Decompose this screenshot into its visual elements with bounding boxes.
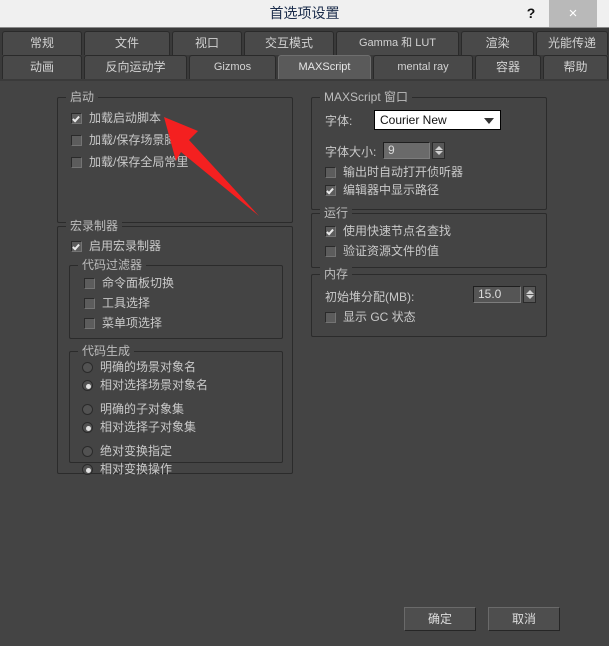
radio-label: 绝对变换指定	[100, 444, 173, 458]
checkbox-label: 使用快速节点名查找	[343, 224, 452, 238]
dialog-footer: 确定 取消	[0, 596, 609, 646]
checkbox-label: 启用宏录制器	[89, 239, 162, 253]
checkbox-label: 加载/保存全局常里	[89, 155, 189, 169]
checkbox-box[interactable]	[325, 312, 336, 323]
font-size-value: 9	[388, 143, 395, 157]
heap-allocation-input[interactable]: 15.0	[473, 286, 521, 303]
checkbox-label: 工具选择	[102, 296, 151, 310]
checkbox-box[interactable]	[84, 278, 95, 289]
tab-strip: 常规 文件 视口 交互模式 Gamma 和 LUT 渲染 光能传递 动画 反向运…	[0, 28, 609, 81]
tab-files[interactable]: 文件	[84, 31, 170, 55]
group-memory: 内存 初始堆分配(MB): 15.0 显示 GC 状态	[311, 267, 547, 337]
heap-allocation-label: 初始堆分配(MB):	[325, 290, 415, 304]
tab-render[interactable]: 渲染	[461, 31, 534, 55]
font-size-label: 字体大小:	[325, 145, 377, 159]
radio-label: 明确的子对象集	[100, 402, 185, 416]
tab-interaction[interactable]: 交互模式	[244, 31, 334, 55]
group-macro-recorder-caption: 宏录制器	[66, 219, 123, 233]
radio-dot[interactable]	[82, 362, 93, 373]
tab-radiosity[interactable]: 光能传递	[536, 31, 608, 55]
font-size-stepper[interactable]	[432, 142, 445, 159]
radio-label: 相对选择场景对象名	[100, 378, 209, 392]
checkbox-box[interactable]	[71, 135, 82, 146]
group-startup-caption: 启动	[66, 90, 99, 104]
tab-help[interactable]: 帮助	[543, 55, 608, 79]
checkbox-label: 命令面板切换	[102, 276, 175, 290]
radio-dot[interactable]	[82, 446, 93, 457]
ok-button[interactable]: 确定	[404, 607, 476, 631]
radio-dot[interactable]	[82, 380, 93, 391]
group-code-filter-caption: 代码过滤器	[78, 258, 147, 272]
stepper-down-icon[interactable]	[526, 295, 534, 299]
title-bar: 首选项设置 ? ×	[0, 0, 609, 28]
group-memory-caption: 内存	[320, 267, 353, 281]
group-code-generation: 代码生成 明确的场景对象名 相对选择场景对象名 明确的子对象集 相对选择子对象集	[69, 344, 283, 476]
radio-label: 相对选择子对象集	[100, 420, 197, 434]
stepper-down-icon[interactable]	[435, 151, 443, 155]
radio-dot[interactable]	[82, 464, 93, 475]
radio-dot[interactable]	[82, 422, 93, 433]
tab-gamma-lut[interactable]: Gamma 和 LUT	[336, 31, 459, 55]
group-maxscript-window: MAXScript 窗口 字体: Courier New 字体大小: 9 输出时…	[311, 90, 547, 210]
tab-inverse-kinematics[interactable]: 反向运动学	[84, 55, 187, 79]
checkbox-box[interactable]	[84, 318, 95, 329]
checkbox-label: 输出时自动打开侦听器	[343, 165, 464, 179]
group-maxscript-window-caption: MAXScript 窗口	[320, 90, 413, 104]
stepper-up-icon[interactable]	[435, 146, 443, 150]
checkbox-label: 验证资源文件的值	[343, 244, 440, 258]
tab-container[interactable]: 容器	[475, 55, 541, 79]
checkbox-label: 编辑器中显示路径	[343, 183, 440, 197]
tab-animation[interactable]: 动画	[2, 55, 82, 79]
checkbox-label: 菜单项选择	[102, 316, 163, 330]
checkbox-box[interactable]	[84, 298, 95, 309]
cancel-button[interactable]: 取消	[488, 607, 560, 631]
checkbox-box[interactable]	[71, 113, 82, 124]
font-dropdown-value: Courier New	[380, 113, 447, 127]
radio-dot[interactable]	[82, 404, 93, 415]
checkbox-label: 加载/保存场景脚本	[89, 133, 189, 147]
checkbox-label: 加载启动脚本	[89, 111, 162, 125]
close-icon[interactable]: ×	[549, 0, 597, 27]
group-code-filter: 代码过滤器 命令面板切换 工具选择 菜单项选择	[69, 258, 283, 339]
checkbox-box[interactable]	[325, 226, 336, 237]
group-run-caption: 运行	[320, 206, 353, 220]
checkbox-box[interactable]	[325, 167, 336, 178]
radio-label: 明确的场景对象名	[100, 360, 197, 374]
heap-allocation-stepper[interactable]	[523, 286, 536, 303]
group-code-generation-caption: 代码生成	[78, 344, 135, 358]
main-content: 启动 加载启动脚本 加载/保存场景脚本 加载/保存全局常里 宏录制器 启用宏录制…	[0, 81, 609, 596]
checkbox-box[interactable]	[325, 185, 336, 196]
group-startup: 启动 加载启动脚本 加载/保存场景脚本 加载/保存全局常里	[57, 90, 293, 223]
tab-maxscript[interactable]: MAXScript	[278, 55, 371, 79]
font-label: 字体:	[325, 114, 353, 128]
font-dropdown[interactable]: Courier New	[374, 110, 501, 130]
group-run: 运行 使用快速节点名查找 验证资源文件的值	[311, 206, 547, 268]
checkbox-label: 显示 GC 状态	[343, 310, 416, 324]
preferences-dialog: 首选项设置 ? × 常规 文件 视口 交互模式 Gamma 和 LUT 渲染 光…	[0, 0, 609, 646]
group-macro-recorder: 宏录制器 启用宏录制器 代码过滤器 命令面板切换 工具选择 菜单项选择 代码生成…	[57, 219, 293, 476]
font-size-input[interactable]: 9	[383, 142, 430, 159]
help-icon[interactable]: ?	[516, 0, 546, 27]
checkbox-box[interactable]	[71, 241, 82, 252]
tab-general[interactable]: 常规	[2, 31, 82, 55]
chevron-down-icon[interactable]	[484, 118, 494, 124]
tab-gizmos[interactable]: Gizmos	[189, 55, 276, 79]
checkbox-box[interactable]	[325, 246, 336, 257]
tab-viewport[interactable]: 视口	[172, 31, 242, 55]
heap-allocation-value: 15.0	[478, 287, 502, 301]
tab-mental-ray[interactable]: mental ray	[373, 55, 473, 79]
checkbox-box[interactable]	[71, 157, 82, 168]
radio-label: 相对变换操作	[100, 462, 173, 476]
stepper-up-icon[interactable]	[526, 290, 534, 294]
